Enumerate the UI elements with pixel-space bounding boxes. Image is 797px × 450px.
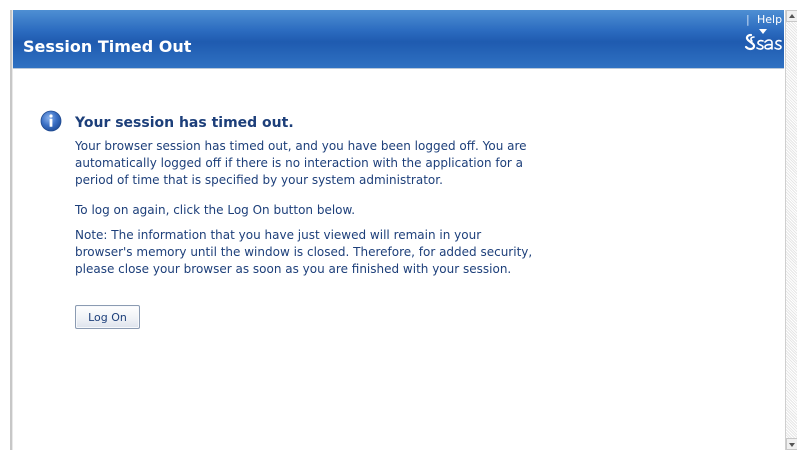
page-title: Session Timed Out — [23, 37, 192, 56]
help-label: Help — [757, 13, 783, 26]
security-note: Note: The information that you have just… — [75, 228, 533, 276]
vertical-scrollbar[interactable] — [785, 10, 797, 450]
arrow-up-icon — [789, 14, 795, 18]
info-icon — [40, 110, 62, 132]
arrow-down-icon — [789, 443, 795, 447]
logon-instruction: To log on again, click the Log On button… — [75, 203, 356, 217]
sas-logo-icon — [744, 33, 782, 51]
log-on-button[interactable]: Log On — [75, 305, 140, 329]
scroll-down-button[interactable] — [786, 438, 797, 450]
timeout-heading: Your session has timed out. — [75, 115, 294, 131]
main-content: Your session has timed out. Your browser… — [13, 69, 784, 450]
page-frame: Session Timed Out | Help Your session ha — [0, 0, 797, 450]
timeout-explanation: Your browser session has timed out, and … — [75, 139, 527, 187]
help-divider: | — [746, 13, 750, 26]
header-banner: Session Timed Out | Help — [13, 10, 784, 69]
scroll-up-button[interactable] — [786, 10, 797, 22]
